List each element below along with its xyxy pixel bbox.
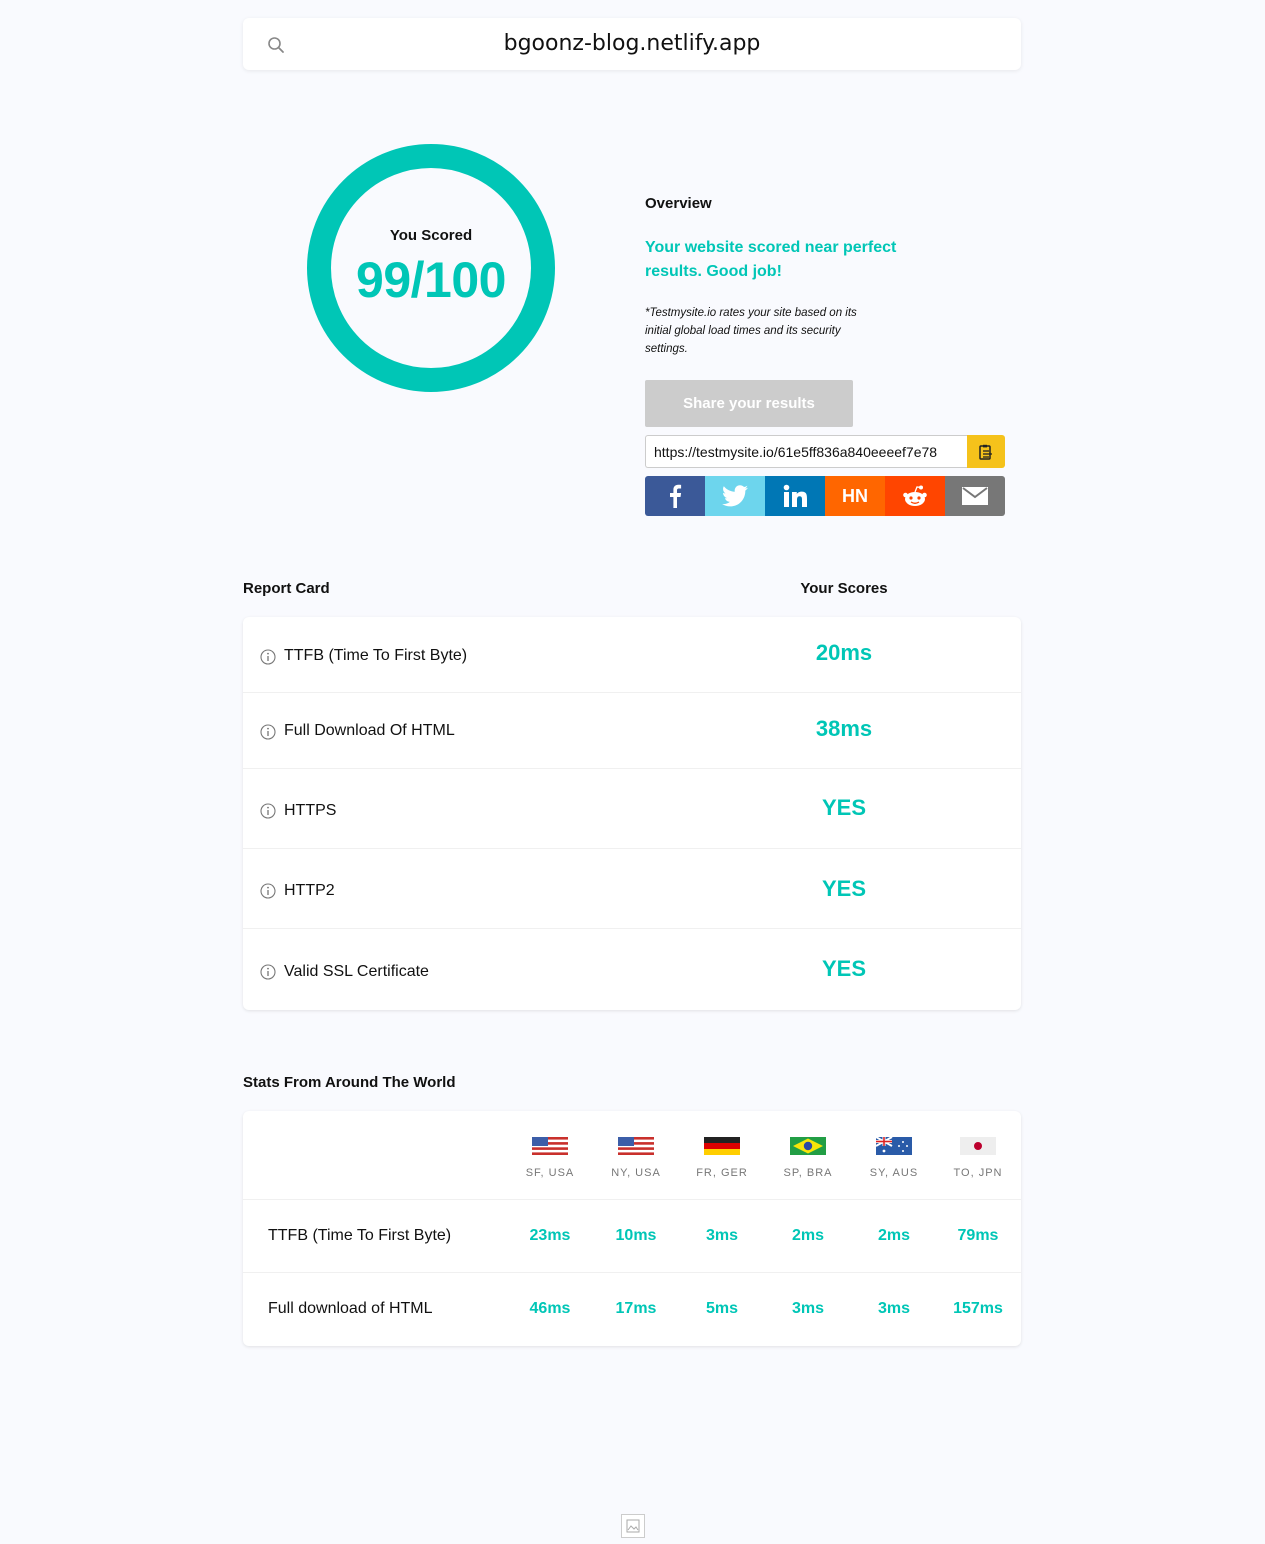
info-icon[interactable]	[260, 803, 276, 819]
score-gauge: You Scored 99/100	[307, 144, 555, 392]
world-value: 2ms	[791, 1227, 825, 1244]
world-value: 79ms	[957, 1227, 999, 1244]
share-results-button[interactable]: Share your results	[645, 380, 853, 427]
location-label: NY, USA	[611, 1167, 661, 1179]
clipboard-icon	[979, 444, 992, 460]
share-url-field[interactable]	[645, 435, 967, 468]
image-icon	[626, 1519, 640, 1533]
email-icon	[962, 487, 988, 505]
report-metric: HTTP2	[284, 882, 335, 899]
location-label: FR, GER	[696, 1167, 748, 1179]
japan-flag-icon	[960, 1137, 996, 1155]
report-card-title: Report Card	[243, 580, 330, 597]
location-sp-bra: SP, BRA	[765, 1111, 851, 1199]
linkedin-icon	[783, 484, 807, 507]
reddit-icon	[903, 485, 927, 506]
location-label: TO, JPN	[953, 1167, 1003, 1179]
reddit-share-button[interactable]	[885, 476, 945, 516]
world-row: TTFB (Time To First Byte) 23ms 10ms 3ms …	[243, 1199, 1021, 1272]
usa-flag-icon	[532, 1137, 568, 1155]
twitter-share-button[interactable]	[705, 476, 765, 516]
usa-flag-icon	[618, 1137, 654, 1155]
score-label: You Scored	[389, 227, 473, 244]
world-value: 157ms	[953, 1300, 1003, 1317]
twitter-icon	[722, 485, 748, 507]
world-value: 46ms	[529, 1300, 571, 1317]
germany-flag-icon	[704, 1137, 740, 1155]
location-fr-ger: FR, GER	[679, 1111, 765, 1199]
your-scores-title: Your Scores	[800, 580, 888, 597]
report-value: 20ms	[815, 640, 873, 665]
world-value: 3ms	[705, 1227, 739, 1244]
report-row: Full Download Of HTML 38ms	[243, 693, 1021, 769]
report-value: YES	[821, 795, 867, 820]
footer-image-placeholder	[621, 1514, 645, 1538]
report-row: HTTPS YES	[243, 769, 1021, 849]
world-stats-title: Stats From Around The World	[243, 1074, 456, 1091]
world-row: Full download of HTML 46ms 17ms 5ms 3ms …	[243, 1272, 1021, 1346]
info-icon[interactable]	[260, 724, 276, 740]
world-value: 3ms	[877, 1300, 911, 1317]
report-row: HTTP2 YES	[243, 849, 1021, 929]
overview-message: Your website scored near perfect results…	[645, 239, 897, 280]
social-share-bar: HN	[645, 476, 1005, 516]
info-icon[interactable]	[260, 649, 276, 665]
world-stats-card: SF, USA NY, USA FR, GER SP, BRA SY, AUS …	[243, 1111, 1021, 1346]
score-value: 99/100	[356, 252, 506, 308]
hn-share-button[interactable]: HN	[825, 476, 885, 516]
location-sf-usa: SF, USA	[507, 1111, 593, 1199]
location-label: SY, AUS	[869, 1167, 919, 1179]
linkedin-share-button[interactable]	[765, 476, 825, 516]
location-ny-usa: NY, USA	[593, 1111, 679, 1199]
overview-note: *Testmysite.io rates your site based on …	[645, 307, 857, 355]
overview-title: Overview	[645, 195, 712, 212]
report-value: YES	[821, 956, 867, 981]
world-metric: Full download of HTML	[268, 1300, 433, 1317]
search-query[interactable]: bgoonz-blog.netlify.app	[243, 31, 1021, 56]
report-card: TTFB (Time To First Byte) 20ms Full Down…	[243, 617, 1021, 1010]
report-metric: TTFB (Time To First Byte)	[284, 647, 468, 664]
location-label: SF, USA	[525, 1167, 575, 1179]
world-value: 2ms	[877, 1227, 911, 1244]
world-value: 17ms	[615, 1300, 657, 1317]
copy-url-button[interactable]	[967, 435, 1005, 468]
world-value: 23ms	[529, 1227, 571, 1244]
location-label: SP, BRA	[783, 1167, 833, 1179]
location-to-jpn: TO, JPN	[935, 1111, 1021, 1199]
report-value: YES	[821, 876, 867, 901]
report-metric: HTTPS	[284, 802, 337, 819]
world-value: 5ms	[705, 1300, 739, 1317]
facebook-share-button[interactable]	[645, 476, 705, 516]
facebook-icon	[670, 484, 682, 508]
australia-flag-icon	[876, 1137, 912, 1155]
report-metric: Valid SSL Certificate	[284, 963, 429, 980]
report-value: 38ms	[815, 716, 873, 741]
report-row: Valid SSL Certificate YES	[243, 929, 1021, 1010]
world-value: 10ms	[615, 1227, 657, 1244]
info-icon[interactable]	[260, 883, 276, 899]
world-metric: TTFB (Time To First Byte)	[268, 1227, 452, 1244]
email-share-button[interactable]	[945, 476, 1005, 516]
report-metric: Full Download Of HTML	[284, 722, 455, 739]
overview-panel: Overview Your website scored near perfec…	[645, 195, 1015, 358]
info-icon[interactable]	[260, 964, 276, 980]
report-row: TTFB (Time To First Byte) 20ms	[243, 617, 1021, 693]
brazil-flag-icon	[790, 1137, 826, 1155]
location-sy-aus: SY, AUS	[851, 1111, 937, 1199]
search-bar[interactable]: bgoonz-blog.netlify.app	[243, 18, 1021, 70]
world-value: 3ms	[791, 1300, 825, 1317]
